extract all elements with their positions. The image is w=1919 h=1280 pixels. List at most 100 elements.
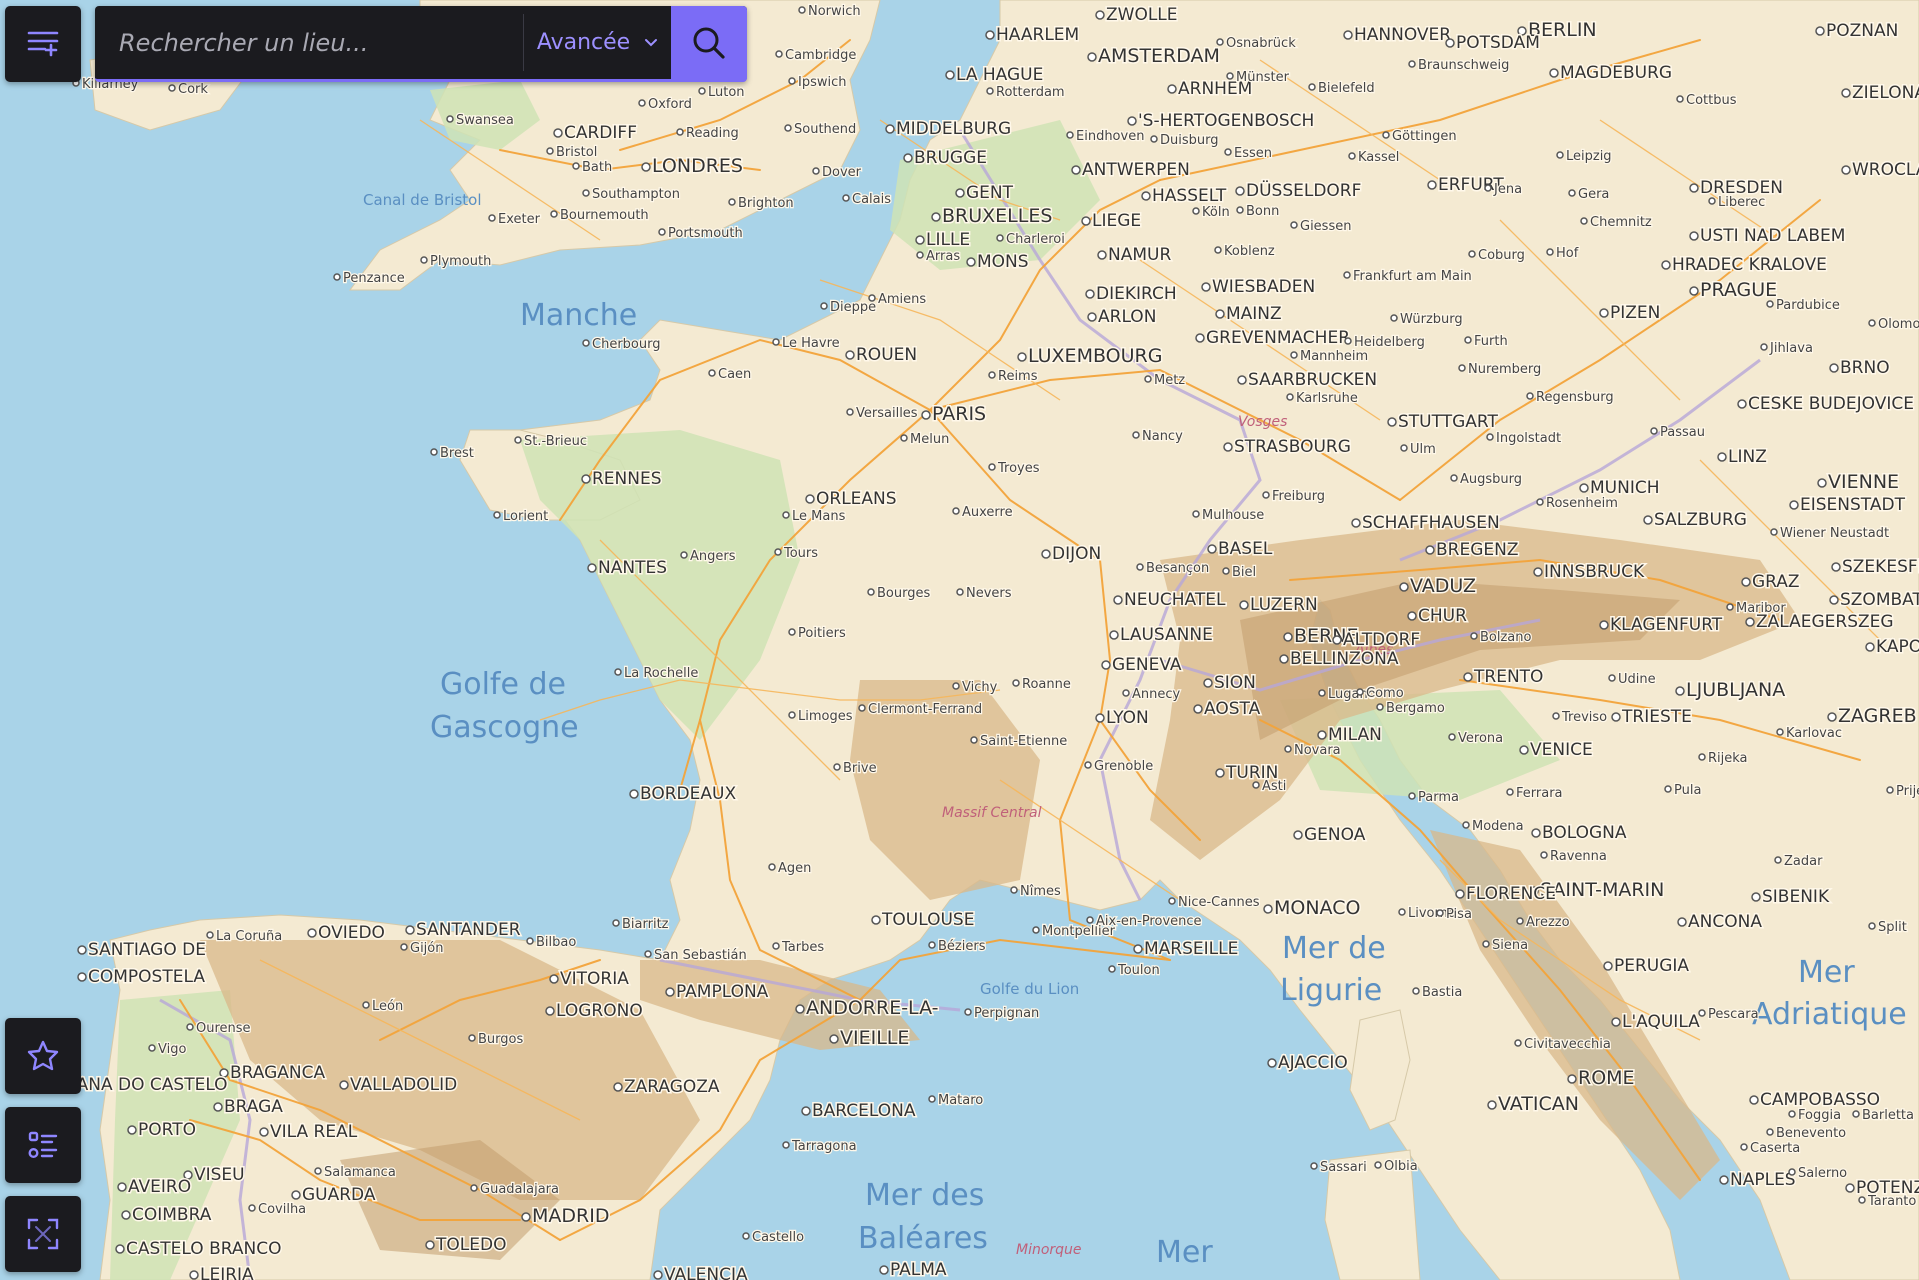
city-marker xyxy=(782,1141,790,1149)
city-label: Würzburg xyxy=(1400,312,1463,327)
city-marker xyxy=(493,511,501,519)
city-label: ZARAGOZA xyxy=(624,1077,720,1097)
city-marker xyxy=(1017,352,1027,362)
city-label: Bastia xyxy=(1422,985,1462,1000)
city-label: Köln xyxy=(1202,205,1230,220)
city-label: Bourges xyxy=(877,586,930,601)
city-label: BRAGANCA xyxy=(230,1063,326,1083)
city-label: Wiener Neustadt xyxy=(1780,526,1889,541)
city-label: Jena xyxy=(1493,182,1522,197)
city-label: LYON xyxy=(1106,708,1149,728)
city-marker xyxy=(1827,712,1837,722)
city-label: Dieppe xyxy=(830,300,876,315)
city-marker xyxy=(1436,909,1444,917)
city-label: Salamanca xyxy=(324,1165,396,1180)
city-label: Giessen xyxy=(1300,219,1351,234)
sea-label-canal-de-bristol: Canal de Bristol xyxy=(363,191,481,209)
city-label: Asti xyxy=(1262,779,1286,794)
city-label: Southend xyxy=(794,122,856,137)
advanced-search-dropdown[interactable]: Avancée xyxy=(524,6,671,79)
city-label: CASTELO BRANCO xyxy=(126,1239,281,1259)
city-label: WIESBADEN xyxy=(1212,277,1315,297)
city-marker xyxy=(1841,165,1851,175)
city-label: Dover xyxy=(822,165,862,180)
favorites-button[interactable] xyxy=(5,1018,81,1094)
city-marker xyxy=(921,410,931,420)
fullscreen-button[interactable] xyxy=(5,1196,81,1272)
city-marker xyxy=(768,863,776,871)
city-marker xyxy=(996,234,1004,242)
city-label: Guadalajara xyxy=(480,1182,559,1197)
city-marker xyxy=(988,463,996,471)
city-marker xyxy=(966,257,976,267)
city-label: AJACCIO xyxy=(1278,1053,1348,1073)
city-label: VIANA DO CASTELO xyxy=(60,1075,228,1095)
city-marker xyxy=(775,50,783,58)
city-label: Bergamo xyxy=(1386,701,1445,716)
city-marker xyxy=(1262,491,1270,499)
city-marker xyxy=(514,436,522,444)
city-marker xyxy=(842,194,850,202)
city-marker xyxy=(788,711,796,719)
city-label: NANTES xyxy=(598,558,667,578)
city-marker xyxy=(1766,1128,1774,1136)
city-marker xyxy=(189,1270,199,1280)
city-marker xyxy=(1611,1017,1621,1027)
city-marker xyxy=(868,294,876,302)
search-button[interactable] xyxy=(671,6,747,79)
city-label: ANCONA xyxy=(1688,912,1762,932)
city-label: HANNOVER xyxy=(1354,25,1451,45)
search-input[interactable] xyxy=(95,6,523,79)
map-canvas[interactable]: Manche Golfe de Gascogne Mer de Ligurie … xyxy=(0,0,1919,1280)
city-marker xyxy=(614,668,622,676)
city-marker xyxy=(820,302,828,310)
city-marker xyxy=(1737,399,1747,409)
layers-list-button[interactable] xyxy=(5,1107,81,1183)
city-marker xyxy=(1214,246,1222,254)
city-label: USTI NAD LABEM xyxy=(1700,226,1845,246)
city-marker xyxy=(1084,761,1092,769)
city-label: Melun xyxy=(910,432,949,447)
city-label: MIDDELBURG xyxy=(896,119,1011,139)
city-label: Novara xyxy=(1294,743,1341,758)
city-label: CHUR xyxy=(1418,606,1467,626)
city-label: PARIS xyxy=(932,403,986,425)
city-marker xyxy=(1540,851,1548,859)
city-marker xyxy=(1567,1074,1577,1084)
city-marker xyxy=(1122,689,1130,697)
city-marker xyxy=(1740,1143,1748,1151)
city-marker xyxy=(1144,375,1152,383)
city-label: TRENTO xyxy=(1473,667,1543,687)
menu-button[interactable] xyxy=(5,6,81,82)
city-marker xyxy=(1815,26,1825,36)
city-marker xyxy=(952,507,960,515)
city-label: Ravenna xyxy=(1550,849,1607,864)
city-marker xyxy=(1464,336,1472,344)
city-marker xyxy=(784,124,792,132)
city-marker xyxy=(259,1127,269,1137)
city-marker xyxy=(572,162,580,170)
city-label: León xyxy=(372,999,403,1014)
city-marker xyxy=(1427,180,1437,190)
city-label: Besançon xyxy=(1146,561,1209,576)
city-label: Foggia xyxy=(1798,1108,1841,1123)
city-label: BRUXELLES xyxy=(942,205,1052,227)
city-marker xyxy=(1599,620,1609,630)
city-marker xyxy=(1400,444,1408,452)
city-label: HASSELT xyxy=(1152,186,1227,206)
city-marker xyxy=(1770,528,1778,536)
city-marker xyxy=(698,87,706,95)
city-marker xyxy=(1010,886,1018,894)
city-marker xyxy=(470,1184,478,1192)
city-label: VISEU xyxy=(194,1165,245,1185)
city-label: BRAGA xyxy=(224,1097,283,1117)
sea-label-manche: Manche xyxy=(520,298,637,333)
city-label: ORLEANS xyxy=(816,489,897,509)
city-label: Nancy xyxy=(1142,429,1183,444)
city-marker xyxy=(795,1004,805,1014)
sea-label-baleares: Baléares xyxy=(858,1221,988,1256)
city-marker xyxy=(1789,500,1799,510)
city-label: Karlsruhe xyxy=(1296,391,1358,406)
city-label: GREVENMACHER xyxy=(1206,328,1350,348)
city-label: Bolzano xyxy=(1480,630,1532,645)
